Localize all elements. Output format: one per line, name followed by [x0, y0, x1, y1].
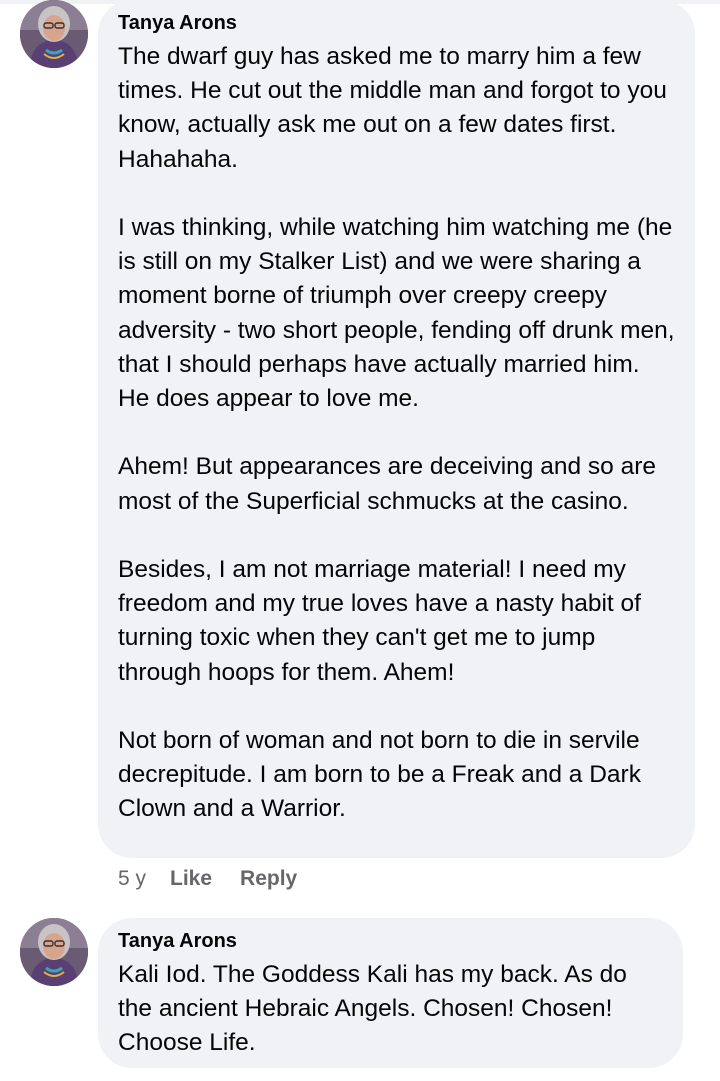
profile-photo-icon	[20, 0, 88, 68]
like-button[interactable]: Like	[170, 867, 212, 891]
comment-author[interactable]: Tanya Arons	[118, 927, 663, 955]
comment-actions: 5 y Like Reply	[118, 867, 325, 891]
comment-paragraph: Kali Iod. The Goddess Kali has my back. …	[118, 961, 627, 1057]
comment-paragraph: I was thinking, while watching him watch…	[118, 214, 675, 413]
comment-text: The dwarf guy has asked me to marry him …	[118, 40, 675, 827]
comment-timestamp[interactable]: 5 y	[118, 867, 146, 891]
comment-paragraph: Ahem! But appearances are deceiving and …	[118, 453, 656, 515]
comment-paragraph: Not born of woman and not born to die in…	[118, 727, 641, 823]
comment-paragraph: The dwarf guy has asked me to marry him …	[118, 43, 667, 173]
avatar[interactable]	[20, 0, 88, 68]
comment-bubble: Tanya Arons The dwarf guy has asked me t…	[98, 0, 695, 858]
profile-photo-icon	[20, 918, 88, 986]
comment-paragraph: Besides, I am not marriage material! I n…	[118, 556, 641, 686]
avatar[interactable]	[20, 918, 88, 986]
comment-author[interactable]: Tanya Arons	[118, 9, 675, 37]
comment-text: Kali Iod. The Goddess Kali has my back. …	[118, 958, 663, 1061]
comment-bubble: Tanya Arons Kali Iod. The Goddess Kali h…	[98, 918, 683, 1068]
reply-button[interactable]: Reply	[240, 867, 297, 891]
